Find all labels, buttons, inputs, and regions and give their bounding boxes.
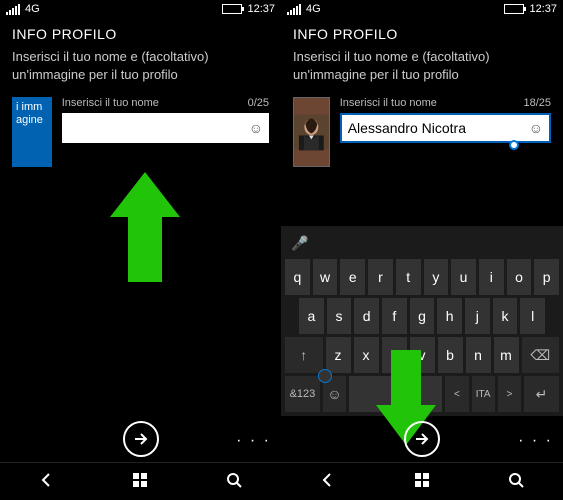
key-s[interactable]: s xyxy=(327,298,352,334)
name-field-label: Inserisci il tuo nome xyxy=(62,97,159,109)
key-lang-next[interactable]: > xyxy=(498,376,521,412)
key-a[interactable]: a xyxy=(299,298,324,334)
name-input[interactable]: ☺ xyxy=(340,113,551,143)
key-lang[interactable]: ITA xyxy=(472,376,495,412)
screenshot-left: 4G 12:37 INFO PROFILO Inserisci il tuo n… xyxy=(0,0,281,500)
key-r[interactable]: r xyxy=(368,259,393,295)
clock: 12:37 xyxy=(529,3,557,15)
key-lang-prev[interactable]: < xyxy=(445,376,468,412)
key-t[interactable]: t xyxy=(396,259,421,295)
page-title: INFO PROFILO xyxy=(281,18,563,46)
key-c[interactable]: c xyxy=(382,337,407,373)
key-u[interactable]: u xyxy=(451,259,476,295)
name-counter: 18/25 xyxy=(523,97,551,109)
clock: 12:37 xyxy=(247,3,275,15)
key-z[interactable]: z xyxy=(326,337,351,373)
text-caret-handle[interactable] xyxy=(509,140,519,150)
tutorial-arrow xyxy=(110,172,180,282)
mic-icon[interactable]: 🎤 xyxy=(291,235,308,252)
key-o[interactable]: o xyxy=(507,259,532,295)
name-input[interactable]: ☺ xyxy=(62,113,269,143)
emoji-icon[interactable]: ☺ xyxy=(249,120,263,136)
key-y[interactable]: y xyxy=(424,259,449,295)
battery-icon xyxy=(222,4,242,14)
back-icon[interactable] xyxy=(320,472,336,491)
key-i[interactable]: i xyxy=(479,259,504,295)
search-icon[interactable] xyxy=(226,472,242,491)
key-d[interactable]: d xyxy=(354,298,379,334)
signal-icon xyxy=(6,4,20,15)
key-w[interactable]: w xyxy=(313,259,338,295)
status-bar: 4G 12:37 xyxy=(0,0,281,18)
key-f[interactable]: f xyxy=(382,298,407,334)
keyboard-row-2: a s d f g h j k l xyxy=(285,298,559,334)
page-title: INFO PROFILO xyxy=(0,18,281,46)
windows-icon[interactable] xyxy=(414,472,430,491)
key-p[interactable]: p xyxy=(534,259,559,295)
next-button[interactable] xyxy=(404,421,440,457)
name-input-field[interactable] xyxy=(68,120,249,136)
more-button[interactable]: · · · xyxy=(236,432,271,450)
more-button[interactable]: · · · xyxy=(518,432,553,450)
key-b[interactable]: b xyxy=(438,337,463,373)
network-label: 4G xyxy=(25,3,40,15)
windows-icon[interactable] xyxy=(132,472,148,491)
keyboard-row-3: ↑ z x c v b n m ⌫ xyxy=(285,337,559,373)
key-enter[interactable]: ↵ xyxy=(524,376,559,412)
key-numbers[interactable]: &123 xyxy=(285,376,320,412)
key-g[interactable]: g xyxy=(410,298,435,334)
name-input-field[interactable] xyxy=(348,120,529,136)
key-v[interactable]: v xyxy=(410,337,435,373)
emoji-icon[interactable]: ☺ xyxy=(529,120,543,136)
keyboard: 🎤 q w e r t y u i o p a s d f g h j k l … xyxy=(281,226,563,416)
key-j[interactable]: j xyxy=(465,298,490,334)
search-icon[interactable] xyxy=(508,472,524,491)
nav-bar xyxy=(281,462,563,500)
battery-icon xyxy=(504,4,524,14)
key-l[interactable]: l xyxy=(520,298,545,334)
nav-bar xyxy=(0,462,281,500)
network-label: 4G xyxy=(306,3,321,15)
key-space[interactable] xyxy=(349,376,442,412)
key-e[interactable]: e xyxy=(340,259,365,295)
tile-text: i immagine xyxy=(16,101,48,127)
key-x[interactable]: x xyxy=(354,337,379,373)
keyboard-row-4: &123 ☺ < ITA > ↵ xyxy=(285,376,559,412)
back-icon[interactable] xyxy=(39,472,55,491)
key-k[interactable]: k xyxy=(493,298,518,334)
key-backspace[interactable]: ⌫ xyxy=(522,337,560,373)
key-q[interactable]: q xyxy=(285,259,310,295)
instruction-text: Inserisci il tuo nome e (facoltativo) un… xyxy=(0,46,281,97)
profile-image-tile[interactable]: i immagine xyxy=(12,97,52,167)
instruction-text: Inserisci il tuo nome e (facoltativo) un… xyxy=(281,46,563,97)
key-m[interactable]: m xyxy=(494,337,519,373)
profile-image-avatar[interactable] xyxy=(293,97,330,167)
name-counter: 0/25 xyxy=(248,97,269,109)
screenshot-right: 4G 12:37 INFO PROFILO Inserisci il tuo n… xyxy=(281,0,563,500)
cursor-handle-icon[interactable] xyxy=(318,369,332,383)
keyboard-row-1: q w e r t y u i o p xyxy=(285,259,559,295)
name-field-label: Inserisci il tuo nome xyxy=(340,97,437,109)
key-h[interactable]: h xyxy=(437,298,462,334)
signal-icon xyxy=(287,4,301,15)
key-shift[interactable]: ↑ xyxy=(285,337,323,373)
key-n[interactable]: n xyxy=(466,337,491,373)
next-button[interactable] xyxy=(123,421,159,457)
status-bar: 4G 12:37 xyxy=(281,0,563,18)
